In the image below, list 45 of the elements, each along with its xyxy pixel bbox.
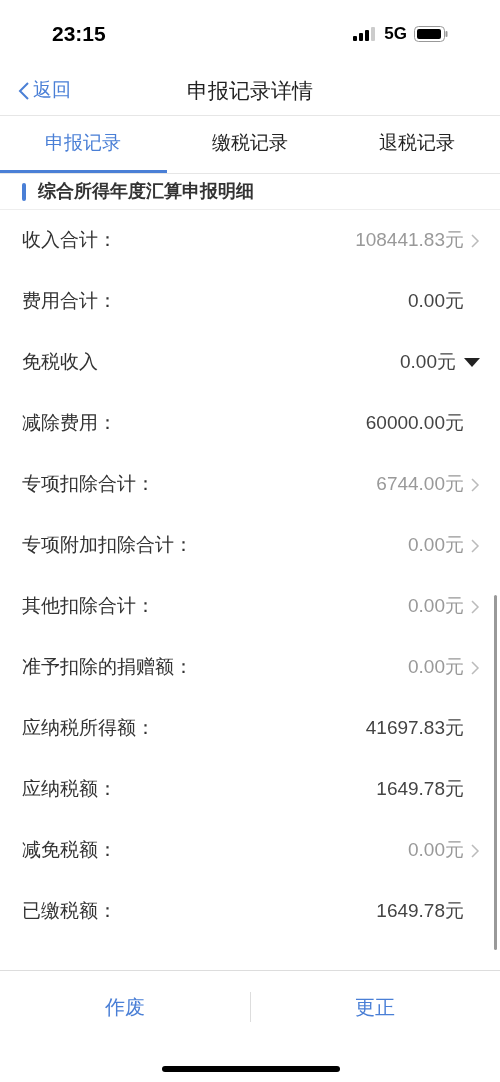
chevron-right-icon[interactable] xyxy=(470,537,480,554)
row-value: 0.00元 xyxy=(400,350,456,375)
row-label: 费用合计： xyxy=(22,289,117,314)
section-title: 综合所得年度汇算申报明细 xyxy=(38,180,254,203)
back-button[interactable]: 返回 xyxy=(18,76,71,105)
action-button[interactable]: 更正 xyxy=(347,991,404,1022)
row-value[interactable]: 6744.00元 xyxy=(376,470,464,499)
row-label: 收入合计： xyxy=(22,228,117,253)
row-value: 41697.83元 xyxy=(365,716,464,741)
row-value[interactable]: 0.00元 xyxy=(408,836,464,865)
row-label: 减免税额： xyxy=(22,838,117,863)
action-button[interactable]: 作废 xyxy=(96,991,153,1022)
row-label: 应纳税所得额： xyxy=(22,716,155,741)
tab[interactable]: 申报记录 xyxy=(0,116,167,173)
row-value[interactable]: 0.00元 xyxy=(408,531,464,560)
tab[interactable]: 退税记录 xyxy=(333,116,500,173)
back-chevron-icon xyxy=(18,80,30,101)
network-label: 5G xyxy=(384,23,407,46)
row-value: 60000.00元 xyxy=(365,411,464,436)
status-time: 23:15 xyxy=(52,21,106,48)
row-label: 专项扣除合计： xyxy=(22,472,155,497)
row-label: 免税收入 xyxy=(22,350,98,375)
chevron-right-icon[interactable] xyxy=(470,476,480,493)
row-label: 应纳税额： xyxy=(22,777,117,802)
row-value[interactable]: 0.00元 xyxy=(408,592,464,621)
tab[interactable]: 缴税记录 xyxy=(166,116,334,173)
chevron-right-icon[interactable] xyxy=(470,232,480,249)
row-label: 专项附加扣除合计： xyxy=(22,533,193,558)
signal-icon xyxy=(353,27,378,41)
page-title: 申报记录详情 xyxy=(187,77,313,104)
row-value: 0.00元 xyxy=(408,289,464,314)
dropdown-triangle-icon[interactable] xyxy=(464,357,480,368)
chevron-right-icon[interactable] xyxy=(470,842,480,859)
row-value[interactable]: 108441.83元 xyxy=(355,226,464,255)
row-value: 1649.78元 xyxy=(376,777,464,802)
row-label: 已缴税额： xyxy=(22,899,117,924)
battery-icon xyxy=(414,26,448,42)
section-marker xyxy=(22,182,26,201)
row-value: 1649.78元 xyxy=(376,899,464,924)
row-label: 减除费用： xyxy=(22,411,117,436)
row-value[interactable]: 0.00元 xyxy=(408,653,464,682)
row-label: 准予扣除的捐赠额： xyxy=(22,655,193,680)
row-label: 其他扣除合计： xyxy=(22,594,155,619)
chevron-right-icon[interactable] xyxy=(470,598,480,615)
chevron-right-icon[interactable] xyxy=(470,659,480,676)
